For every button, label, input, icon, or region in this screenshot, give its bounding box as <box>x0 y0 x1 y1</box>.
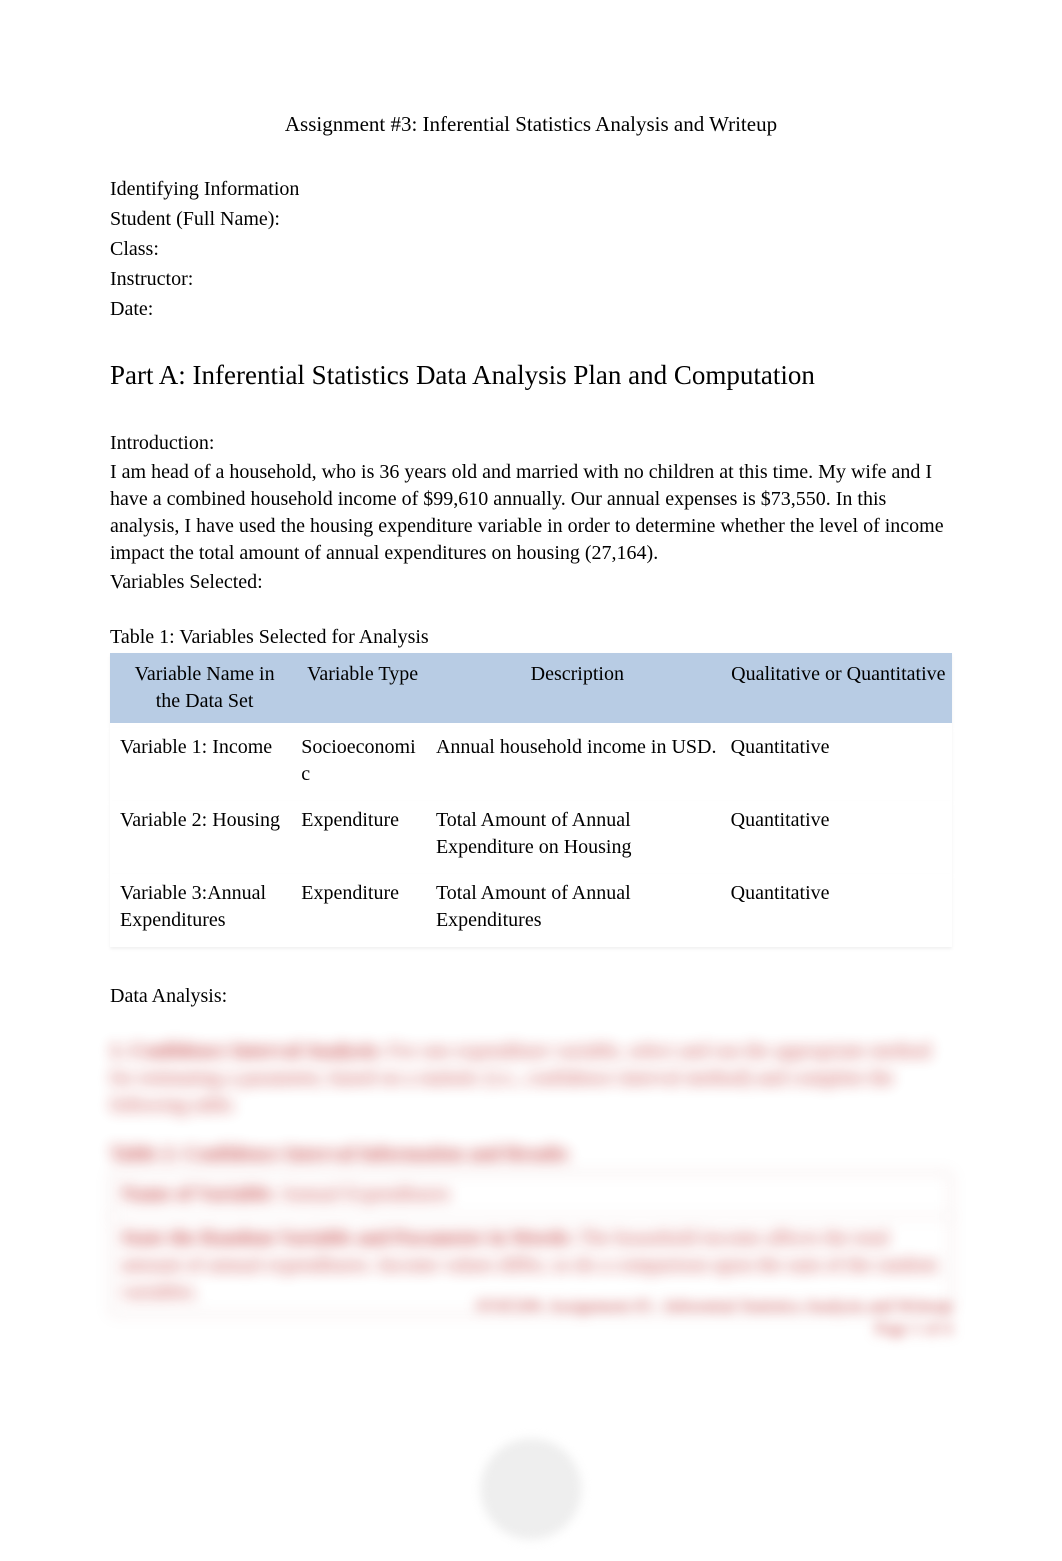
table2-name-label: Name of Variable: <box>121 1183 277 1205</box>
cell-variable-type: Expenditure <box>295 801 430 874</box>
identifying-info-heading: Identifying Information <box>110 176 952 203</box>
obscured-content: 1. Confidence Interval Analysis: For one… <box>110 1038 952 1315</box>
cell-variable-name: Variable 2: Housing <box>110 801 295 874</box>
document-page: Assignment #3: Inferential Statistics An… <box>0 0 1062 1561</box>
class-label: Class: <box>110 236 952 263</box>
table2-name-value: Annual Expenditures <box>280 1183 449 1205</box>
footer-page: Page 1 of 4 <box>476 1318 952 1341</box>
cell-qual-quant: Quantitative <box>725 801 952 874</box>
watermark-badge <box>483 1441 579 1537</box>
table-row: Variable 3:Annual Expenditures Expenditu… <box>110 874 952 947</box>
instructor-label: Instructor: <box>110 266 952 293</box>
introduction-text: I am head of a household, who is 36 year… <box>110 459 952 567</box>
data-analysis-label: Data Analysis: <box>110 983 952 1010</box>
identifying-information-block: Identifying Information Student (Full Na… <box>110 176 952 323</box>
cell-variable-type: Socioeconomic <box>295 728 430 801</box>
cell-variable-name: Variable 3:Annual Expenditures <box>110 874 295 947</box>
table1-caption: Table 1: Variables Selected for Analysis <box>110 624 952 651</box>
cell-qual-quant: Quantitative <box>725 874 952 947</box>
footer-line: STAT200: Assignment #3 - Inferential Sta… <box>476 1295 952 1318</box>
cell-description: Total Amount of Annual Expenditures <box>430 874 725 947</box>
table2-rv-label: State the Random Variable and Parameter … <box>121 1227 574 1249</box>
cell-qual-quant: Quantitative <box>725 728 952 801</box>
col-header-variable-name: Variable Name in the Data Set <box>110 653 295 728</box>
table2-caption: Table 2: Confidence Interval Information… <box>110 1141 952 1168</box>
col-header-qual-quant: Qualitative or Quantitative <box>725 653 952 728</box>
table-header-row: Variable Name in the Data Set Variable T… <box>110 653 952 728</box>
ci-analysis-bold: 1. Confidence Interval Analysis: <box>110 1040 383 1062</box>
col-header-description: Description <box>430 653 725 728</box>
table2-row-name: Name of Variable: Annual Expenditures <box>111 1173 951 1217</box>
student-name-label: Student (Full Name): <box>110 206 952 233</box>
variables-selected-label: Variables Selected: <box>110 569 952 596</box>
cell-description: Annual household income in USD. <box>430 728 725 801</box>
table-row: Variable 2: Housing Expenditure Total Am… <box>110 801 952 874</box>
page-title: Assignment #3: Inferential Statistics An… <box>110 110 952 138</box>
cell-description: Total Amount of Annual Expenditure on Ho… <box>430 801 725 874</box>
ci-analysis-line: 1. Confidence Interval Analysis: For one… <box>110 1038 952 1119</box>
col-header-variable-type: Variable Type <box>295 653 430 728</box>
cell-variable-type: Expenditure <box>295 874 430 947</box>
page-footer: STAT200: Assignment #3 - Inferential Sta… <box>476 1295 952 1341</box>
table-row: Variable 1: Income Socioeconomic Annual … <box>110 728 952 801</box>
part-a-heading: Part A: Inferential Statistics Data Anal… <box>110 357 952 393</box>
ci-results-table: Name of Variable: Annual Expenditures St… <box>110 1172 952 1315</box>
introduction-label: Introduction: <box>110 430 952 457</box>
variables-table: Variable Name in the Data Set Variable T… <box>110 653 952 947</box>
date-label: Date: <box>110 296 952 323</box>
cell-variable-name: Variable 1: Income <box>110 728 295 801</box>
